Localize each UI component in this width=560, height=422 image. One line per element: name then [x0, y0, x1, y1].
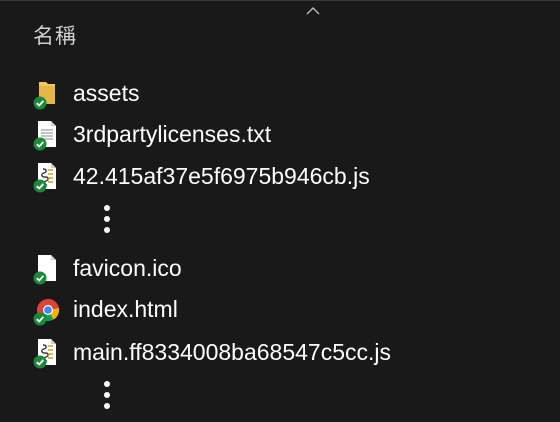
- file-row-favicon[interactable]: favicon.ico: [26, 250, 546, 286]
- more-items-ellipsis-icon: [103, 205, 111, 235]
- file-row-3rdpartylicenses[interactable]: 3rdpartylicenses.txt: [26, 116, 546, 152]
- file-name: main.ff8334008ba68547c5cc.js: [73, 338, 391, 365]
- file-row-42-js[interactable]: 42.415af37e5f6975b946cb.js: [26, 158, 546, 194]
- sync-check-icon: [33, 179, 47, 193]
- sync-check-icon: [33, 271, 47, 285]
- file-name: 42.415af37e5f6975b946cb.js: [73, 162, 370, 189]
- file-row-assets[interactable]: assets: [26, 75, 546, 111]
- file-name: 3rdpartylicenses.txt: [73, 120, 272, 147]
- sync-check-icon: [33, 96, 47, 110]
- chrome-html-icon: [33, 294, 60, 326]
- script-file-icon: [33, 161, 60, 193]
- file-list: assets 3rdpartylicenses.txt 42.415af37e5…: [0, 0, 560, 422]
- file-row-main-js[interactable]: main.ff8334008ba68547c5cc.js: [26, 334, 546, 370]
- file-row-index-html[interactable]: index.html: [26, 291, 546, 327]
- script-file-icon: [33, 337, 60, 369]
- file-name: favicon.ico: [73, 254, 182, 281]
- sync-check-icon: [33, 312, 47, 326]
- text-file-icon: [33, 119, 60, 151]
- generic-file-icon: [33, 253, 60, 285]
- file-name: index.html: [73, 295, 178, 322]
- sync-check-icon: [33, 137, 47, 151]
- folder-icon: [33, 78, 60, 110]
- file-name: assets: [73, 79, 140, 106]
- more-items-ellipsis-icon: [103, 381, 111, 411]
- sync-check-icon: [33, 355, 47, 369]
